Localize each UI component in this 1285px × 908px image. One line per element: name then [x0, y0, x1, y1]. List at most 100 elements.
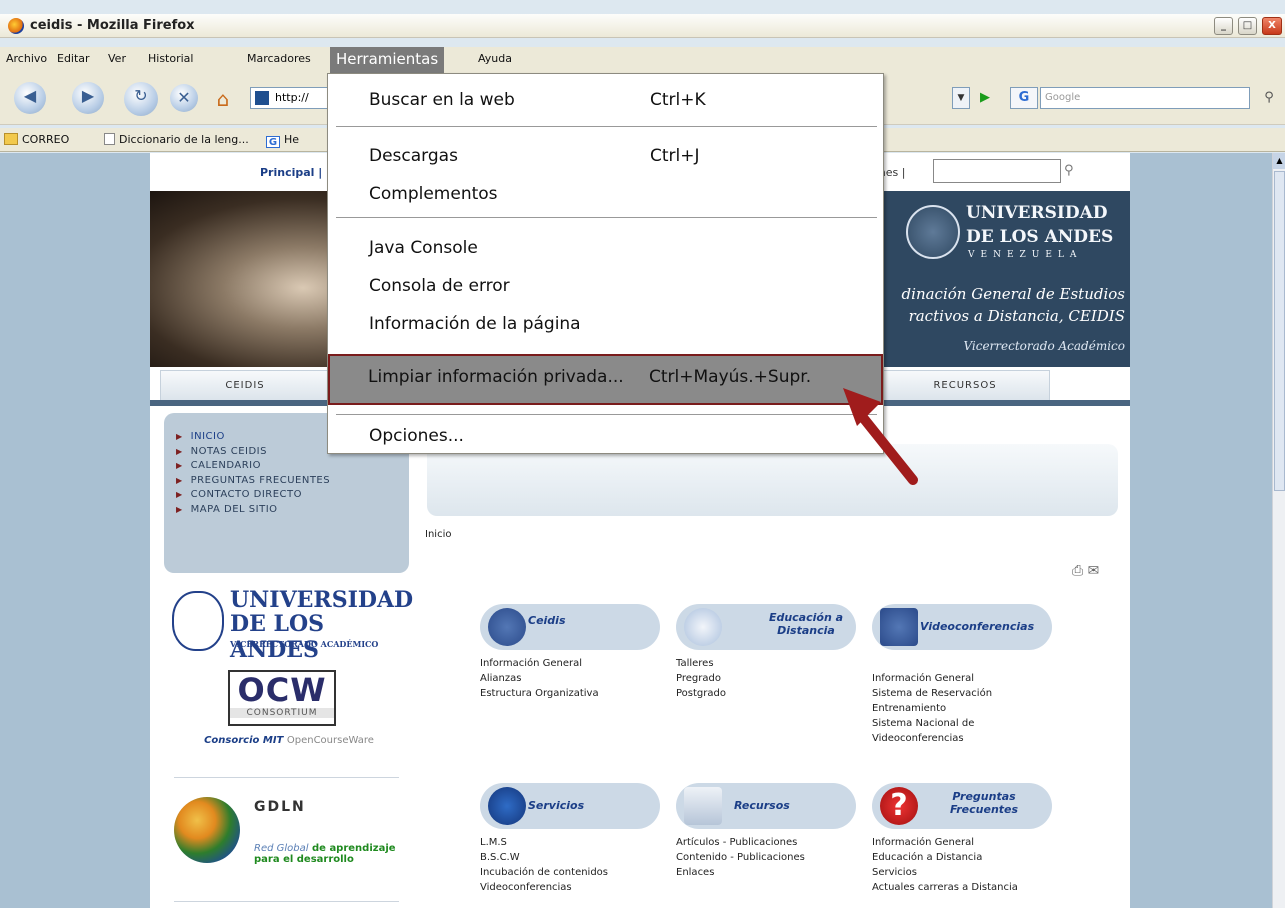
home-button[interactable]: ⌂: [208, 83, 238, 113]
card-link[interactable]: Artículos - Publicaciones: [676, 835, 805, 850]
card-link[interactable]: Incubación de contenidos: [480, 865, 608, 880]
side-nav-item[interactable]: ▶ CONTACTO DIRECTO: [176, 489, 330, 504]
card-link[interactable]: Información General: [872, 671, 992, 686]
url-text: http://: [275, 91, 309, 104]
card-link[interactable]: L.M.S: [480, 835, 608, 850]
card-link[interactable]: Actuales carreras a Distancia: [872, 880, 1018, 895]
print-email-icons[interactable]: ⎙ ✉: [1072, 563, 1099, 579]
search-engine-icon[interactable]: G: [1010, 87, 1038, 109]
card-link[interactable]: Alianzas: [480, 671, 599, 686]
ocw-caption: Consorcio MIT OpenCourseWare: [184, 735, 394, 746]
side-nav-item[interactable]: ▶ INICIO: [176, 431, 330, 446]
gdln-logo[interactable]: GDLN Red Global de aprendizaje para el d…: [174, 793, 409, 883]
card-link[interactable]: Sistema de Reservación: [872, 686, 992, 701]
card-link[interactable]: Pregrado: [676, 671, 726, 686]
menu-ayuda[interactable]: Ayuda: [478, 52, 512, 65]
menu-archivo[interactable]: Archivo: [6, 52, 47, 65]
menu-item-limpiar-highlighted[interactable]: Limpiar información privada... Ctrl+Mayú…: [328, 354, 883, 405]
card-recursos[interactable]: Recursos: [676, 783, 856, 829]
coordination-title: dinación General de Estudios ractivos a …: [850, 283, 1125, 327]
bullet-icon: ▶: [176, 490, 183, 499]
card-link[interactable]: Postgrado: [676, 686, 726, 701]
card-ceidis[interactable]: Ceidis: [480, 604, 660, 650]
scroll-up-icon[interactable]: ▲: [1273, 153, 1285, 169]
side-nav-item[interactable]: ▶ NOTAS CEIDIS: [176, 446, 330, 461]
card-title: Preguntas Frecuentes: [949, 790, 1019, 816]
close-button[interactable]: X: [1262, 17, 1282, 35]
menu-item-info-pagina[interactable]: Información de la página: [369, 314, 581, 334]
card-link[interactable]: Sistema Nacional de: [872, 716, 992, 731]
side-nav-item[interactable]: ▶ MAPA DEL SITIO: [176, 504, 330, 519]
url-bar[interactable]: http://: [250, 87, 330, 109]
menu-marcadores[interactable]: Marcadores: [247, 52, 311, 65]
back-button[interactable]: ◀: [14, 82, 46, 114]
go-icon[interactable]: ▶: [974, 87, 996, 109]
seal-icon: [906, 205, 960, 259]
menu-item-complementos[interactable]: Complementos: [369, 184, 498, 204]
card-link[interactable]: Servicios: [872, 865, 1018, 880]
bullet-icon: ▶: [176, 504, 183, 514]
bookmark-diccionario[interactable]: Diccionario de la leng...: [104, 133, 249, 146]
card-educacion[interactable]: Educación a Distancia: [676, 604, 856, 650]
card-videoconferencias[interactable]: Videoconferencias: [872, 604, 1052, 650]
menu-ver[interactable]: Ver: [108, 52, 126, 65]
minimize-button[interactable]: _: [1214, 17, 1233, 35]
university-logo: UNIVERSIDAD DE LOS ANDES VENEZUELA: [906, 197, 1126, 267]
ula-line1: UNIVERSIDAD: [230, 587, 414, 613]
stop-button[interactable]: ✕: [170, 84, 198, 112]
site-search-input[interactable]: [933, 159, 1061, 183]
tab-ceidis[interactable]: CEIDIS: [160, 370, 330, 403]
magnifier-icon[interactable]: ⚲: [1258, 87, 1280, 109]
card-link[interactable]: Talleres: [676, 656, 726, 671]
maximize-button[interactable]: □: [1238, 17, 1257, 35]
menu-item-java-console[interactable]: Java Console: [369, 238, 478, 258]
bullet-icon: ▶: [176, 475, 183, 485]
card-link[interactable]: Educación a Distancia: [872, 850, 1018, 865]
url-dropdown-button[interactable]: ▼: [952, 87, 970, 109]
menu-historial[interactable]: Historial: [148, 52, 193, 65]
ula-logo[interactable]: UNIVERSIDAD DE LOS ANDES VICERRECTORADO …: [172, 585, 413, 663]
search-icon[interactable]: ⚲: [1064, 163, 1074, 178]
logo-line3: VENEZUELA: [968, 250, 1083, 260]
menu-separator: [336, 217, 877, 218]
side-nav-item[interactable]: ▶ CALENDARIO: [176, 460, 330, 475]
card-links-servicios: L.M.S B.S.C.W Incubación de contenidos V…: [480, 835, 608, 895]
left-column: ▶ INICIO ▶ NOTAS CEIDIS ▶ CALENDARIO ▶ PREGU…: [164, 413, 413, 908]
menu-item-limpiar: Limpiar información privada...: [368, 367, 624, 387]
card-link[interactable]: Información General: [872, 835, 1018, 850]
card-link[interactable]: B.S.C.W: [480, 850, 608, 865]
menu-herramientas[interactable]: Herramientas: [330, 47, 445, 73]
reload-button[interactable]: ↻: [124, 82, 158, 116]
vertical-scrollbar[interactable]: ▲: [1272, 153, 1285, 908]
card-link[interactable]: Videoconferencias: [480, 880, 608, 895]
card-link[interactable]: Videoconferencias: [872, 731, 992, 746]
network-icon: [684, 608, 722, 646]
card-title: Recursos: [734, 799, 790, 812]
search-input[interactable]: Google: [1040, 87, 1250, 109]
scroll-thumb[interactable]: [1274, 171, 1285, 491]
link-principal[interactable]: Principal |: [260, 166, 322, 179]
window-title: ceidis - Mozilla Firefox: [30, 18, 195, 33]
bookmark-correo[interactable]: CORREO: [4, 133, 69, 146]
menu-editar[interactable]: Editar: [57, 52, 90, 65]
ocw-caption-main: Consorcio MIT: [204, 735, 284, 746]
ocw-logo[interactable]: OCW CONSORTIUM: [228, 670, 336, 726]
card-servicios[interactable]: Servicios: [480, 783, 660, 829]
forward-button[interactable]: ▶: [72, 82, 104, 114]
card-link[interactable]: Información General: [480, 656, 599, 671]
card-link[interactable]: Entrenamiento: [872, 701, 992, 716]
card-preguntas[interactable]: ? Preguntas Frecuentes: [872, 783, 1052, 829]
menu-item-opciones[interactable]: Opciones...: [369, 426, 464, 446]
side-nav-item[interactable]: ▶ PREGUNTAS FRECUENTES: [176, 475, 330, 490]
card-link[interactable]: Contenido - Publicaciones: [676, 850, 805, 865]
coord-line2: ractivos a Distancia, CEIDIS: [908, 307, 1125, 325]
bookmark-he[interactable]: G He: [266, 133, 299, 148]
menu-item-consola-error[interactable]: Consola de error: [369, 276, 510, 296]
gdln-subtitle: Red Global de aprendizaje para el desarr…: [254, 843, 409, 865]
card-link[interactable]: Estructura Organizativa: [480, 686, 599, 701]
card-link[interactable]: Enlaces: [676, 865, 805, 880]
menu-item-descargas[interactable]: Descargas: [369, 146, 458, 166]
home-icon: ⌂: [216, 87, 230, 111]
menu-item-buscar[interactable]: Buscar en la web: [369, 90, 515, 110]
card-links-preguntas: Información General Educación a Distanci…: [872, 835, 1018, 895]
